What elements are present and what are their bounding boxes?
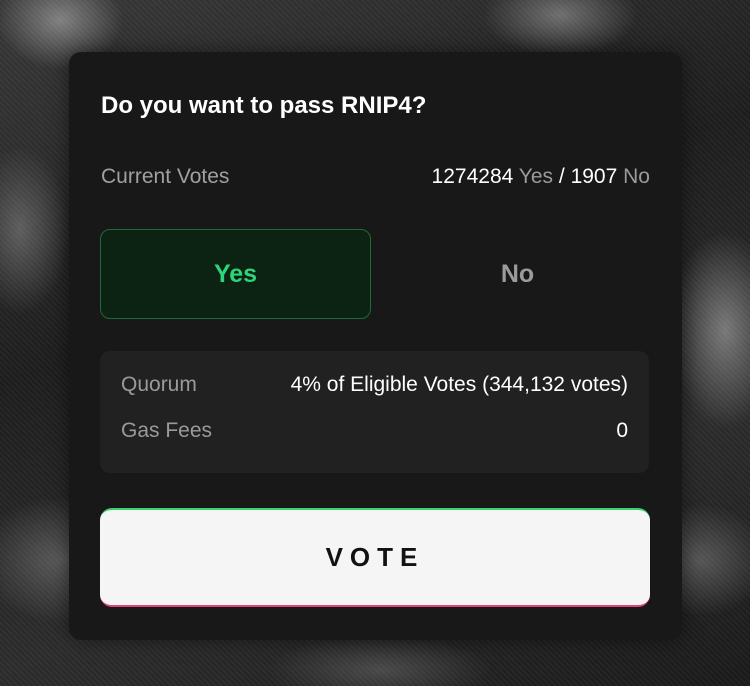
current-votes-label: Current Votes: [101, 165, 230, 188]
gas-fees-row: Gas Fees 0: [121, 419, 628, 443]
vote-card: Do you want to pass RNIP4? Current Votes…: [69, 52, 682, 640]
yes-option-button[interactable]: Yes: [100, 229, 371, 319]
current-votes-row: Current Votes 1274284 Yes / 1907 No: [101, 165, 650, 189]
gas-fees-label: Gas Fees: [121, 419, 213, 442]
current-votes-value: 1274284 Yes / 1907 No: [432, 165, 650, 189]
vote-options: Yes No: [100, 229, 653, 319]
quorum-value: 4% of Eligible Votes (344,132 votes): [290, 373, 628, 396]
no-count-label: No: [623, 165, 650, 188]
vote-button[interactable]: VOTE: [100, 508, 650, 607]
quorum-label: Quorum: [121, 373, 197, 396]
quorum-row: Quorum 4% of Eligible Votes (344,132 vot…: [121, 373, 628, 397]
proposal-question: Do you want to pass RNIP4?: [101, 92, 427, 119]
votes-separator: /: [558, 165, 565, 188]
no-count: 1907: [570, 165, 618, 188]
yes-count: 1274284: [431, 165, 514, 188]
gas-fees-value: 0: [616, 419, 628, 442]
yes-count-label: Yes: [518, 165, 554, 188]
no-option-button[interactable]: No: [382, 229, 653, 319]
vote-details-panel: Quorum 4% of Eligible Votes (344,132 vot…: [100, 351, 649, 473]
